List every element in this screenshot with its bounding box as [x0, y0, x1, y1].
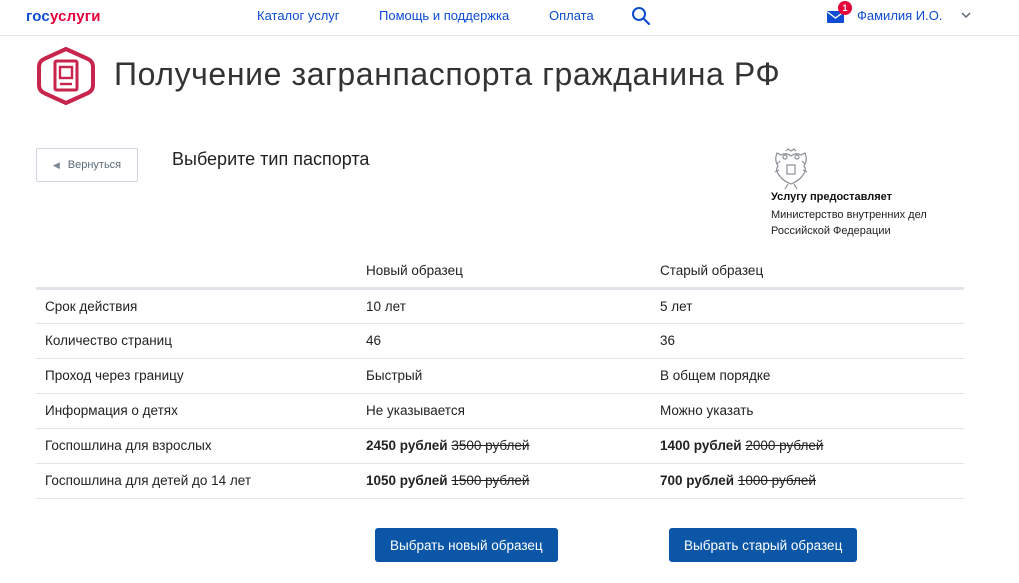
- row-label: Информация о детях: [36, 393, 366, 429]
- cell-new: Не указывается: [366, 393, 660, 429]
- back-button-label: Вернуться: [67, 159, 122, 171]
- column-header-old: Старый образец: [660, 255, 964, 290]
- logo-part-gos: гос: [26, 8, 50, 25]
- price-current: 1050 рублей: [366, 473, 448, 488]
- row-label: Количество страниц: [36, 323, 366, 359]
- price-current: 1400 рублей: [660, 438, 742, 453]
- table-row: Срок действия 10 лет 5 лет: [36, 288, 964, 324]
- section-title: Выберите тип паспорта: [172, 149, 370, 169]
- row-label: Госпошлина для детей до 14 лет: [36, 463, 366, 499]
- passport-icon: [37, 47, 95, 105]
- table-row: Госпошлина для взрослых 2450 рублей 3500…: [36, 428, 964, 464]
- cell-new: 1050 рублей 1500 рублей: [366, 463, 660, 499]
- price-old: 2000 рублей: [745, 438, 824, 453]
- select-new-passport-button[interactable]: Выбрать новый образец: [375, 528, 558, 562]
- cell-old: 1400 рублей 2000 рублей: [660, 428, 964, 464]
- nav-payment-link[interactable]: Оплата: [549, 8, 594, 23]
- price-current: 700 рублей: [660, 473, 735, 488]
- cell-old: В общем порядке: [660, 358, 964, 394]
- notification-count-badge: 1: [838, 1, 852, 15]
- table-row: Информация о детях Не указывается Можно …: [36, 393, 964, 429]
- chevron-down-icon[interactable]: [960, 9, 972, 21]
- cell-old: 36: [660, 323, 964, 359]
- coat-of-arms-icon: [774, 148, 808, 190]
- provider-label: Услугу предоставляет: [771, 191, 893, 203]
- table-row: Госпошлина для детей до 14 лет 1050 рубл…: [36, 463, 964, 499]
- search-icon[interactable]: [631, 6, 651, 26]
- cell-new: 2450 рублей 3500 рублей: [366, 428, 660, 464]
- row-label: Срок действия: [36, 288, 366, 324]
- price-old: 1000 рублей: [737, 473, 816, 488]
- user-menu-name[interactable]: Фамилия И.О.: [857, 8, 943, 23]
- nav-catalog-link[interactable]: Каталог услуг: [257, 8, 340, 23]
- cell-new: Быстрый: [366, 358, 660, 394]
- table-header-row: Новый образец Старый образец: [36, 255, 964, 290]
- back-button[interactable]: ◀ Вернуться: [36, 148, 138, 182]
- provider-name: Министерство внутренних дел Российской Ф…: [771, 209, 927, 237]
- cell-old: 700 рублей 1000 рублей: [660, 463, 964, 499]
- gosuslugi-logo[interactable]: госуслуги: [26, 8, 101, 25]
- cell-old: 5 лет: [660, 288, 964, 324]
- row-label: Госпошлина для взрослых: [36, 428, 366, 464]
- column-header-new: Новый образец: [366, 255, 660, 290]
- select-old-passport-button[interactable]: Выбрать старый образец: [669, 528, 858, 562]
- cell-new: 46: [366, 323, 660, 359]
- table-row: Количество страниц 46 36: [36, 323, 964, 359]
- passport-comparison-table: Новый образец Старый образец Срок действ…: [36, 255, 964, 499]
- price-current: 2450 рублей: [366, 438, 448, 453]
- cell-new: 10 лет: [366, 288, 660, 324]
- table-row: Проход через границу Быстрый В общем пор…: [36, 358, 964, 394]
- price-old: 3500 рублей: [451, 438, 530, 453]
- chevron-left-icon: ◀: [52, 159, 60, 170]
- cell-old: Можно указать: [660, 393, 964, 429]
- nav-help-link[interactable]: Помощь и поддержка: [379, 8, 509, 23]
- top-bar: госуслуги Каталог услуг Помощь и поддерж…: [0, 0, 1019, 36]
- page-title: Получение загранпаспорта гражданина РФ: [114, 56, 781, 92]
- price-old: 1500 рублей: [451, 473, 530, 488]
- row-label: Проход через границу: [36, 358, 366, 394]
- column-header-label: [36, 255, 366, 290]
- logo-part-uslugi: услуги: [49, 8, 101, 25]
